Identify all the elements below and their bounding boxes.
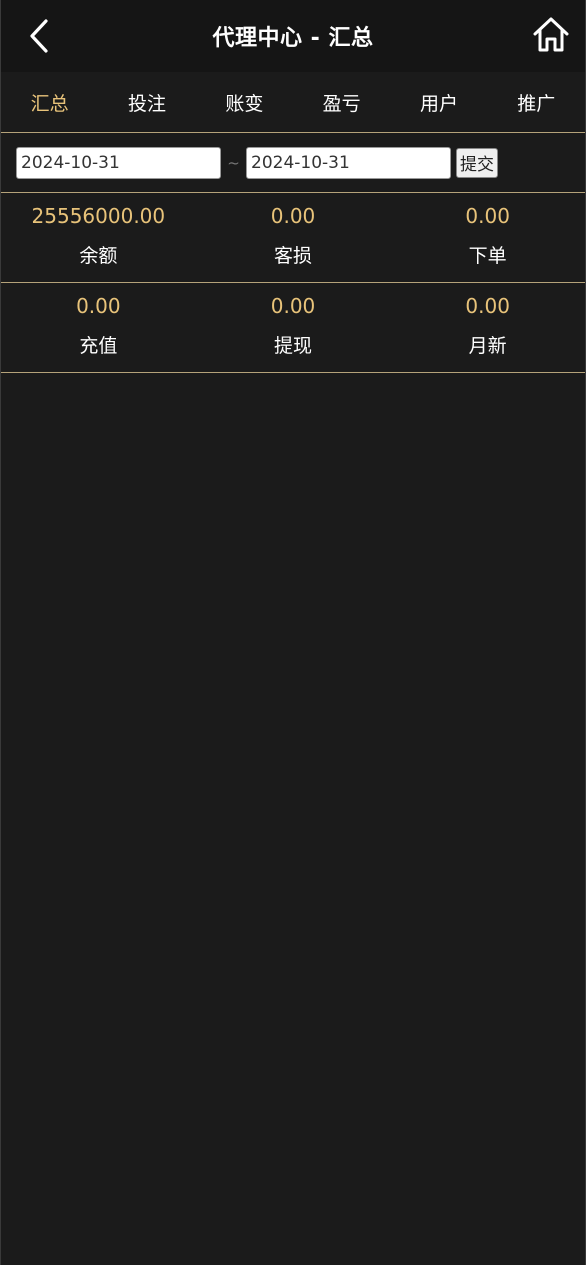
- stat-value: 0.00: [465, 294, 510, 318]
- stat-label: 客损: [274, 245, 313, 267]
- tab-users[interactable]: 用户: [390, 72, 487, 132]
- home-button[interactable]: [531, 14, 571, 54]
- stat-label: 充值: [79, 335, 118, 357]
- stat-label: 提现: [274, 335, 313, 357]
- chevron-left-icon: [30, 19, 48, 53]
- top-bar: 代理中心 - 汇总: [1, 0, 585, 72]
- stat-value: 0.00: [465, 204, 510, 228]
- stat-orders: 0.00 下单: [390, 193, 585, 282]
- date-separator: ~: [227, 153, 240, 172]
- tab-profit-loss[interactable]: 盈亏: [293, 72, 390, 132]
- tab-promotion[interactable]: 推广: [488, 72, 585, 132]
- stat-customer-loss: 0.00 客损: [196, 193, 391, 282]
- tab-summary[interactable]: 汇总: [1, 72, 98, 132]
- stat-label: 下单: [468, 245, 507, 267]
- stat-deposit: 0.00 充值: [1, 283, 196, 372]
- submit-button[interactable]: 提交: [456, 147, 498, 178]
- stat-value: 0.00: [270, 294, 316, 318]
- date-filter: ~ 提交: [1, 133, 585, 193]
- agent-center-page: 代理中心 - 汇总 汇总 投注 账变 盈亏 用户 推广 ~ 提交 2555600…: [0, 0, 586, 1265]
- start-date-input[interactable]: [16, 146, 221, 179]
- stats-row-2: 0.00 充值 0.00 提现 0.00 月新: [1, 283, 585, 373]
- stat-monthly-new: 0.00 月新: [390, 283, 585, 372]
- tab-bets[interactable]: 投注: [98, 72, 195, 132]
- end-date-input[interactable]: [246, 146, 451, 179]
- tab-account-changes[interactable]: 账变: [196, 72, 293, 132]
- stat-balance: 25556000.00 余额: [1, 193, 196, 282]
- stat-label: 月新: [468, 335, 507, 357]
- page-title: 代理中心 - 汇总: [212, 26, 374, 51]
- stat-value: 0.00: [76, 294, 121, 318]
- stat-value: 0.00: [270, 204, 316, 228]
- stat-value: 25556000.00: [31, 204, 166, 228]
- stats-row-1: 25556000.00 余额 0.00 客损 0.00 下单: [1, 193, 585, 283]
- stat-withdrawal: 0.00 提现: [196, 283, 391, 372]
- tab-bar: 汇总 投注 账变 盈亏 用户 推广: [1, 72, 585, 133]
- home-icon: [533, 17, 569, 52]
- back-button[interactable]: [21, 16, 57, 56]
- stat-label: 余额: [79, 245, 118, 267]
